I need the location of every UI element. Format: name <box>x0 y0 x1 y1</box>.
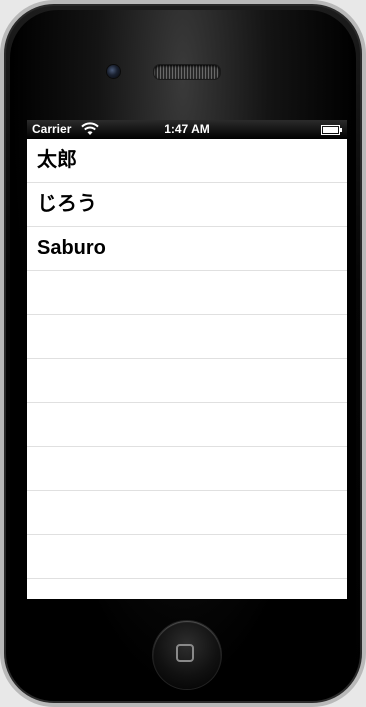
table-row-empty[interactable] <box>27 403 347 447</box>
row-label: 太郎 <box>37 149 77 171</box>
status-bar: Carrier 1:47 AM <box>27 120 347 139</box>
table-row-empty[interactable] <box>27 315 347 359</box>
table-row-empty[interactable] <box>27 491 347 535</box>
device-screen: Carrier 1:47 AM 太郎 じろう Saburo <box>27 120 347 599</box>
table-row-empty[interactable] <box>27 535 347 579</box>
status-time: 1:47 AM <box>164 122 210 136</box>
table-row-empty[interactable] <box>27 271 347 315</box>
row-label: Saburo <box>37 237 106 259</box>
table-row-empty[interactable] <box>27 447 347 491</box>
iphone-simulator-frame: Carrier 1:47 AM 太郎 じろう Saburo <box>0 0 366 707</box>
battery-icon <box>321 125 342 135</box>
table-row[interactable]: Saburo <box>27 227 347 271</box>
home-button[interactable] <box>153 621 221 689</box>
table-row[interactable]: 太郎 <box>27 139 347 183</box>
home-button-icon <box>176 644 194 662</box>
table-view[interactable]: 太郎 じろう Saburo <box>27 139 347 599</box>
table-row-empty[interactable] <box>27 359 347 403</box>
row-label: じろう <box>37 193 97 215</box>
table-row[interactable]: じろう <box>27 183 347 227</box>
speaker-grille-icon <box>153 64 221 80</box>
camera-icon <box>107 65 120 78</box>
